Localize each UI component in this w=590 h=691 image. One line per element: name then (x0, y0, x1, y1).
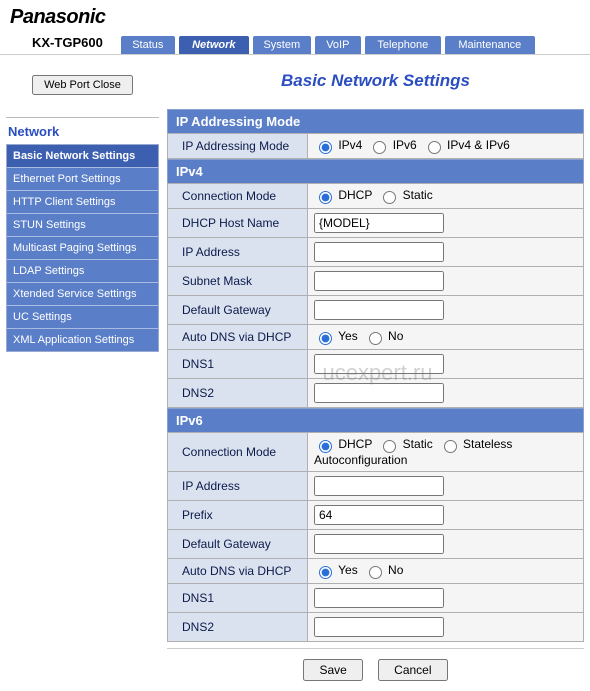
ipv4-mask-label: Subnet Mask (168, 267, 308, 296)
sidebar-item-6[interactable]: Xtended Service Settings (7, 283, 158, 306)
page-title: Basic Network Settings (167, 61, 584, 109)
header: Panasonic KX-TGP600 Status Network Syste… (0, 0, 590, 55)
ipmode-label: IP Addressing Mode (168, 134, 308, 159)
sidebar-item-7[interactable]: UC Settings (7, 306, 158, 329)
v4dns-opt-no[interactable]: No (364, 329, 404, 343)
ipmode-opt-ipv6[interactable]: IPv6 (368, 138, 416, 152)
ipv4-ip-label: IP Address (168, 238, 308, 267)
ipv4-mask-input[interactable] (314, 271, 444, 291)
ipv6-ip-input[interactable] (314, 476, 444, 496)
section-header-ipmode: IP Addressing Mode (167, 109, 584, 133)
ipv6-prefix-input[interactable] (314, 505, 444, 525)
ipv4-dns1-label: DNS1 (168, 350, 308, 379)
ipv4-gw-label: Default Gateway (168, 296, 308, 325)
sidebar: Web Port Close Network Basic Network Set… (0, 55, 165, 691)
button-row: Save Cancel (167, 648, 584, 685)
web-port-close-button[interactable]: Web Port Close (32, 75, 133, 95)
save-button[interactable]: Save (303, 659, 362, 681)
section-header-ipv6: IPv6 (167, 408, 584, 432)
ipv4-dns1-input[interactable] (314, 354, 444, 374)
v6dns-opt-yes[interactable]: Yes (314, 563, 358, 577)
tab-status[interactable]: Status (121, 36, 175, 54)
sidebar-title: Network (6, 124, 159, 144)
tab-telephone[interactable]: Telephone (365, 36, 441, 54)
ipv4-conn-value: DHCP Static (308, 184, 584, 209)
v6conn-opt-static[interactable]: Static (378, 437, 432, 451)
ipv6-conn-value: DHCP Static Stateless Autoconfiguration (308, 433, 584, 472)
sidebar-item-2[interactable]: HTTP Client Settings (7, 191, 158, 214)
ipv6-dns1-input[interactable] (314, 588, 444, 608)
sidebar-item-0[interactable]: Basic Network Settings (7, 145, 158, 168)
tab-system[interactable]: System (253, 36, 311, 54)
ipv4-dns2-label: DNS2 (168, 379, 308, 408)
ipmode-opt-ipv4-ipv6[interactable]: IPv4 & IPv6 (423, 138, 510, 152)
ipv4-gw-input[interactable] (314, 300, 444, 320)
ipv4-dhcphost-label: DHCP Host Name (168, 209, 308, 238)
cancel-button[interactable]: Cancel (378, 659, 447, 681)
brand-logo: Panasonic (10, 6, 590, 29)
ipv6-autodns-label: Auto DNS via DHCP (168, 559, 308, 584)
ipv4-dhcphost-input[interactable] (314, 213, 444, 233)
ipv6-dns1-label: DNS1 (168, 584, 308, 613)
ipv6-autodns-value: Yes No (308, 559, 584, 584)
ipmode-opt-ipv4[interactable]: IPv4 (314, 138, 362, 152)
ipv4-ip-input[interactable] (314, 242, 444, 262)
ipv4-conn-label: Connection Mode (168, 184, 308, 209)
sidebar-item-1[interactable]: Ethernet Port Settings (7, 168, 158, 191)
main-content: ucexpert.ru Basic Network Settings IP Ad… (165, 55, 590, 691)
section-header-ipv4: IPv4 (167, 159, 584, 183)
v4conn-opt-dhcp[interactable]: DHCP (314, 188, 372, 202)
ipv6-gw-input[interactable] (314, 534, 444, 554)
ipv6-prefix-label: Prefix (168, 501, 308, 530)
ipv6-dns2-input[interactable] (314, 617, 444, 637)
v4dns-opt-yes[interactable]: Yes (314, 329, 358, 343)
ipmode-value: IPv4 IPv6 IPv4 & IPv6 (308, 134, 584, 159)
tab-maintenance[interactable]: Maintenance (445, 36, 535, 54)
ipv4-dns2-input[interactable] (314, 383, 444, 403)
sidebar-item-4[interactable]: Multicast Paging Settings (7, 237, 158, 260)
sidebar-item-3[interactable]: STUN Settings (7, 214, 158, 237)
ipv6-dns2-label: DNS2 (168, 613, 308, 642)
ipv4-autodns-label: Auto DNS via DHCP (168, 325, 308, 350)
sidebar-item-5[interactable]: LDAP Settings (7, 260, 158, 283)
ipv6-gw-label: Default Gateway (168, 530, 308, 559)
v6dns-opt-no[interactable]: No (364, 563, 404, 577)
tab-network[interactable]: Network (179, 36, 249, 54)
model-number: KX-TGP600 (10, 33, 121, 54)
ipv6-ip-label: IP Address (168, 472, 308, 501)
sidebar-item-8[interactable]: XML Application Settings (7, 329, 158, 351)
ipv4-autodns-value: Yes No (308, 325, 584, 350)
ipv6-conn-label: Connection Mode (168, 433, 308, 472)
v4conn-opt-static[interactable]: Static (378, 188, 432, 202)
main-tabs: Status Network System VoIP Telephone Mai… (121, 36, 590, 54)
tab-voip[interactable]: VoIP (315, 36, 361, 54)
v6conn-opt-dhcp[interactable]: DHCP (314, 437, 372, 451)
